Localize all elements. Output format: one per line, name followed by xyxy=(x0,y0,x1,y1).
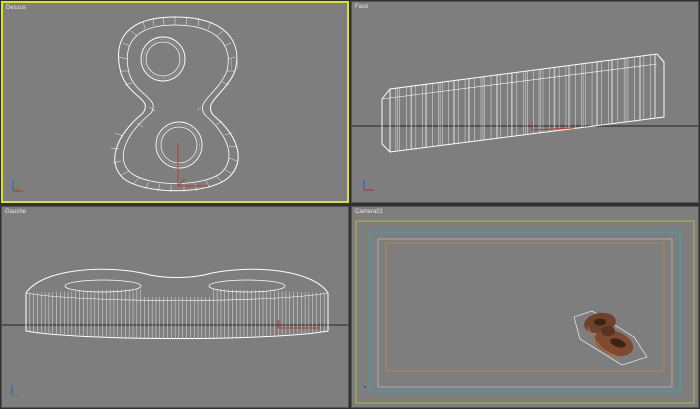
safe-frame-action xyxy=(369,232,681,392)
safe-frame-outer xyxy=(355,220,695,404)
rendered-eight-object xyxy=(584,312,634,358)
eight-outer-contour xyxy=(114,16,239,192)
wireframe-left-view xyxy=(2,268,348,396)
transform-gizmo-icon xyxy=(277,320,320,329)
viewport-label-top[interactable]: Dessus xyxy=(6,4,26,12)
wireframe-front-view xyxy=(352,53,698,191)
axis-tripod-icon xyxy=(12,181,23,192)
eight-lower-hole xyxy=(155,121,203,169)
eight-upper-hole xyxy=(140,36,186,82)
transform-gizmo-icon xyxy=(177,143,208,187)
viewport-front[interactable]: Face xyxy=(351,1,699,203)
safe-frame-title-outer xyxy=(377,238,673,388)
viewport-camera[interactable]: Camera01 xyxy=(351,206,699,408)
slab-segment-lines xyxy=(389,54,656,152)
axis-tripod-icon xyxy=(11,385,20,396)
eight-segment-lines xyxy=(110,16,238,192)
left-hole-rim xyxy=(64,279,142,293)
right-hole-rim xyxy=(208,279,286,293)
viewport-left[interactable]: Gauche xyxy=(1,206,349,408)
camera-render-view xyxy=(355,220,695,404)
viewport-label-front[interactable]: Face xyxy=(355,3,368,11)
viewport-top[interactable]: Dessus xyxy=(1,1,349,203)
eight-inner-contour xyxy=(122,24,230,184)
viewport-label-camera[interactable]: Camera01 xyxy=(355,208,383,216)
side-segment-lines xyxy=(25,289,329,339)
axis-tripod-icon xyxy=(363,180,374,191)
viewport-label-left[interactable]: Gauche xyxy=(5,208,26,216)
wireframe-top-view xyxy=(12,16,239,192)
